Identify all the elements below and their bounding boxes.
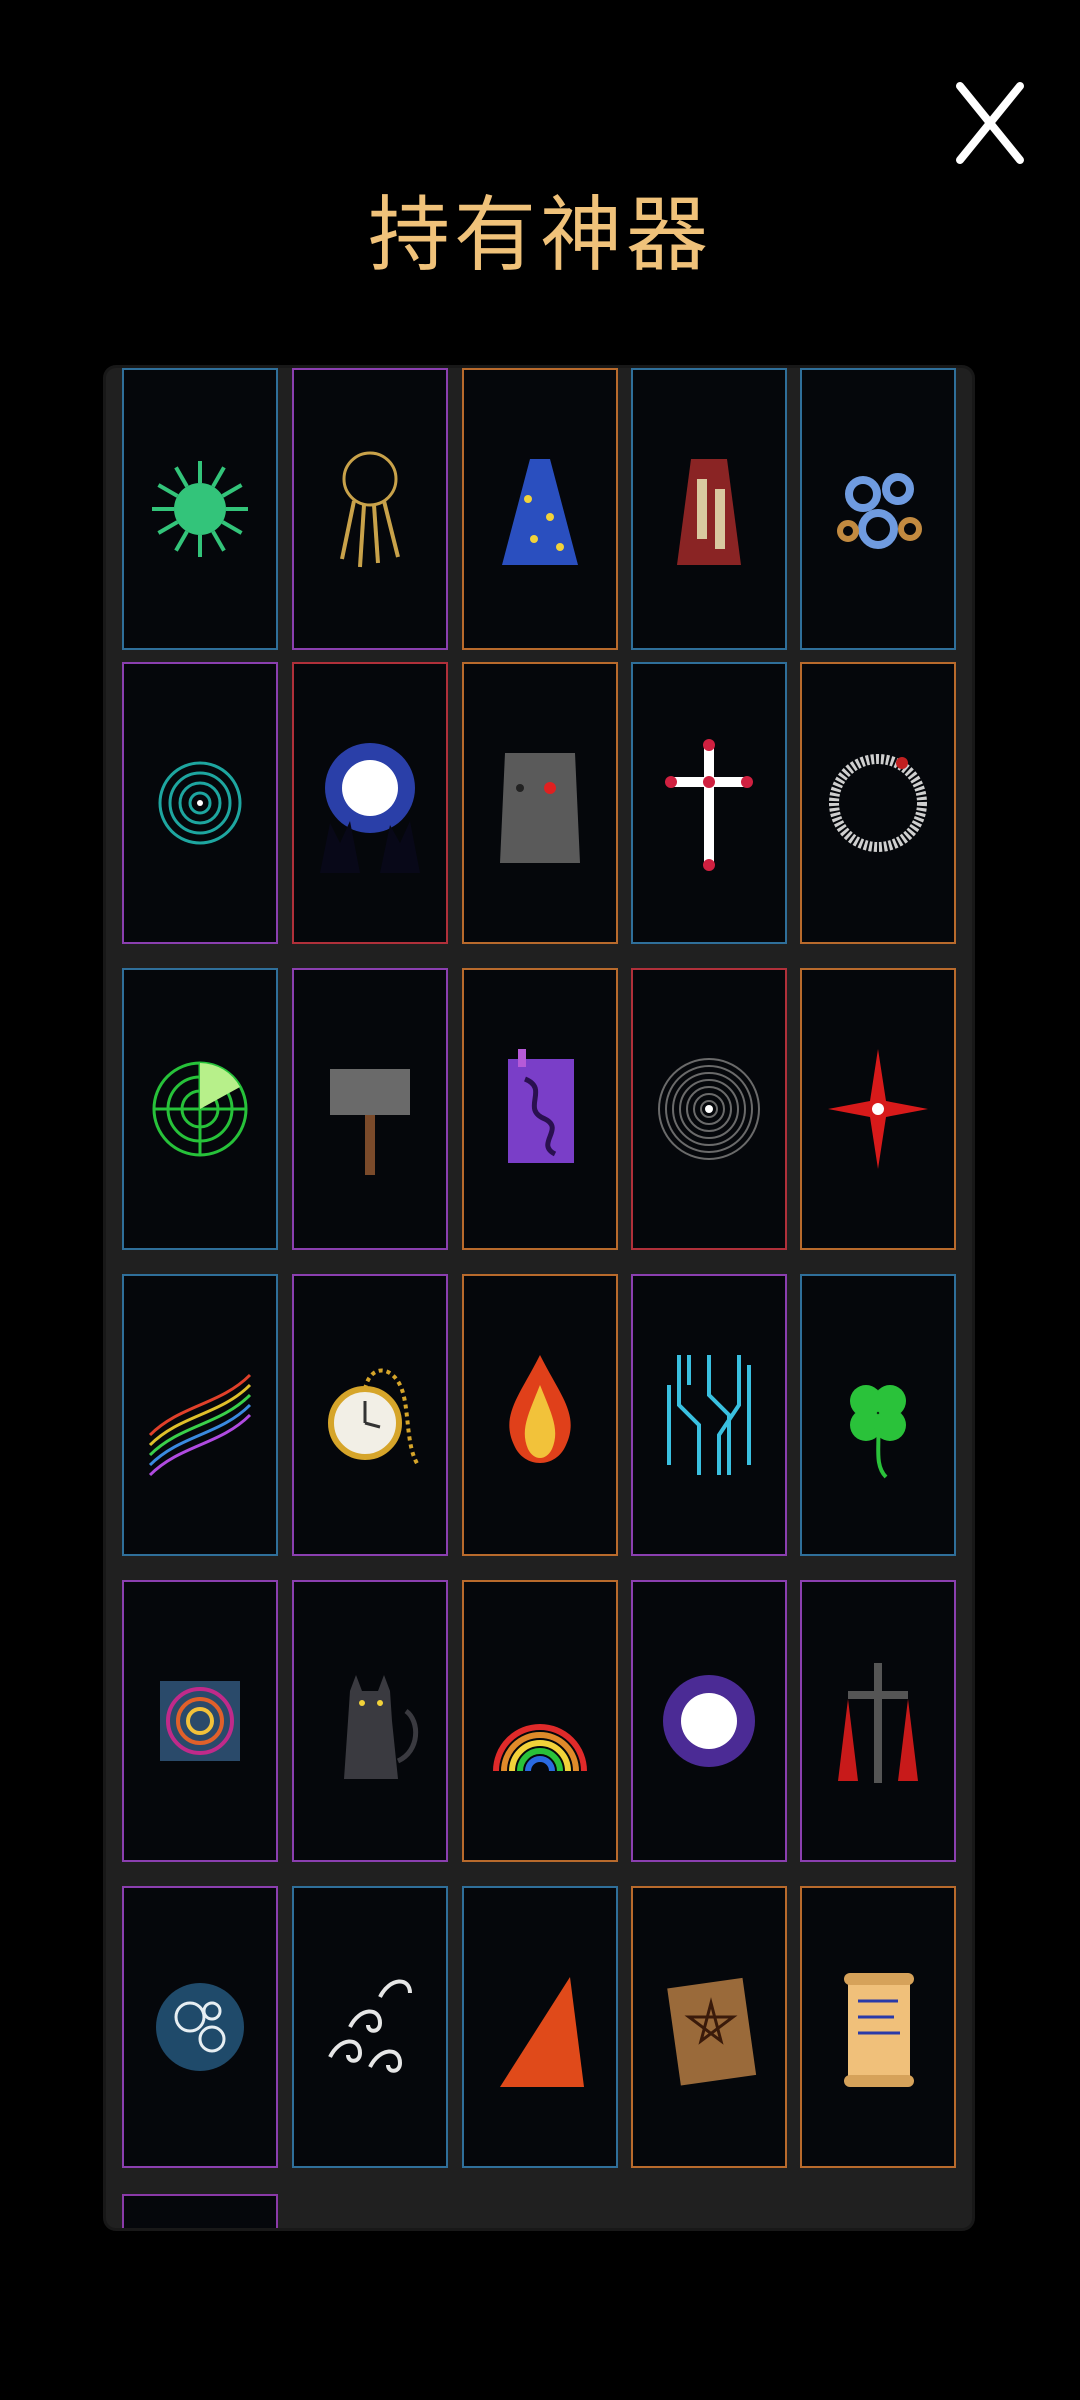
radar-icon bbox=[152, 1061, 248, 1157]
scroll-icon bbox=[844, 1973, 914, 2087]
four-leaf-clover-icon bbox=[850, 1385, 906, 1479]
artifact-card[interactable] bbox=[292, 662, 448, 944]
stone-face-icon bbox=[500, 753, 580, 863]
artifact-card[interactable] bbox=[631, 368, 787, 650]
virus-icon bbox=[152, 461, 248, 557]
artifact-card[interactable] bbox=[631, 968, 787, 1250]
artifact-card[interactable] bbox=[292, 368, 448, 650]
red-star-icon bbox=[828, 1049, 928, 1169]
spiral-portal-icon bbox=[158, 761, 242, 845]
hammer-icon bbox=[330, 1069, 410, 1175]
artifact-card[interactable] bbox=[292, 1580, 448, 1862]
artifact-card[interactable] bbox=[631, 1274, 787, 1556]
artifact-card[interactable] bbox=[800, 968, 956, 1250]
flame-icon bbox=[509, 1355, 571, 1463]
artifact-card[interactable] bbox=[800, 1274, 956, 1556]
close-button[interactable] bbox=[952, 80, 1028, 166]
wind-swirls-icon bbox=[328, 1979, 412, 2073]
artifact-card[interactable] bbox=[462, 1886, 618, 2168]
page-title: 持有神器 bbox=[367, 188, 712, 283]
ouroboros-icon bbox=[829, 754, 927, 852]
scarecrow-icon bbox=[838, 1663, 918, 1783]
artifact-card[interactable] bbox=[122, 1580, 278, 1862]
artifact-card[interactable] bbox=[800, 368, 956, 650]
artifact-card[interactable] bbox=[631, 1580, 787, 1862]
gears-icon bbox=[837, 473, 922, 549]
close-icon bbox=[956, 82, 1024, 164]
spellbook-icon bbox=[508, 1049, 574, 1163]
black-cat-icon bbox=[344, 1675, 419, 1779]
pentagram-book-icon bbox=[667, 1977, 757, 2086]
wizard-cloak-icon bbox=[502, 459, 578, 565]
artifact-panel[interactable] bbox=[106, 368, 972, 2228]
red-wedge-icon bbox=[500, 1977, 584, 2087]
artifact-card[interactable] bbox=[122, 1274, 278, 1556]
artifact-card[interactable] bbox=[292, 968, 448, 1250]
swirl-orb-icon bbox=[156, 1983, 244, 2071]
hypno-square-icon bbox=[160, 1681, 240, 1761]
artifact-card[interactable] bbox=[800, 1886, 956, 2168]
artifact-card[interactable] bbox=[122, 368, 278, 650]
artifact-card[interactable] bbox=[462, 662, 618, 944]
artifact-card[interactable] bbox=[122, 1886, 278, 2168]
rainbow-icon bbox=[493, 1724, 587, 1772]
music-notes-icon bbox=[148, 1373, 252, 1477]
void-ripple-icon bbox=[658, 1058, 760, 1160]
artifact-card-partial[interactable] bbox=[122, 2194, 278, 2228]
artifact-card[interactable] bbox=[631, 1886, 787, 2168]
artifact-card[interactable] bbox=[122, 968, 278, 1250]
purple-orb-icon bbox=[663, 1675, 755, 1767]
moon-wolves-icon bbox=[320, 743, 420, 873]
artifact-card[interactable] bbox=[462, 368, 618, 650]
artifact-card[interactable] bbox=[462, 1580, 618, 1862]
artifact-card[interactable] bbox=[800, 1580, 956, 1862]
artifact-card[interactable] bbox=[631, 662, 787, 944]
circuit-icon bbox=[667, 1355, 751, 1475]
artifact-card[interactable] bbox=[462, 968, 618, 1250]
artifact-card[interactable] bbox=[292, 1886, 448, 2168]
robe-icon bbox=[677, 459, 741, 565]
artifact-card[interactable] bbox=[292, 1274, 448, 1556]
artifact-card[interactable] bbox=[800, 662, 956, 944]
pocket-watch-icon bbox=[328, 1368, 420, 1467]
artifact-card[interactable] bbox=[122, 662, 278, 944]
artifact-card[interactable] bbox=[462, 1274, 618, 1556]
key-ring-icon bbox=[340, 451, 400, 568]
cross-icon bbox=[665, 739, 753, 871]
